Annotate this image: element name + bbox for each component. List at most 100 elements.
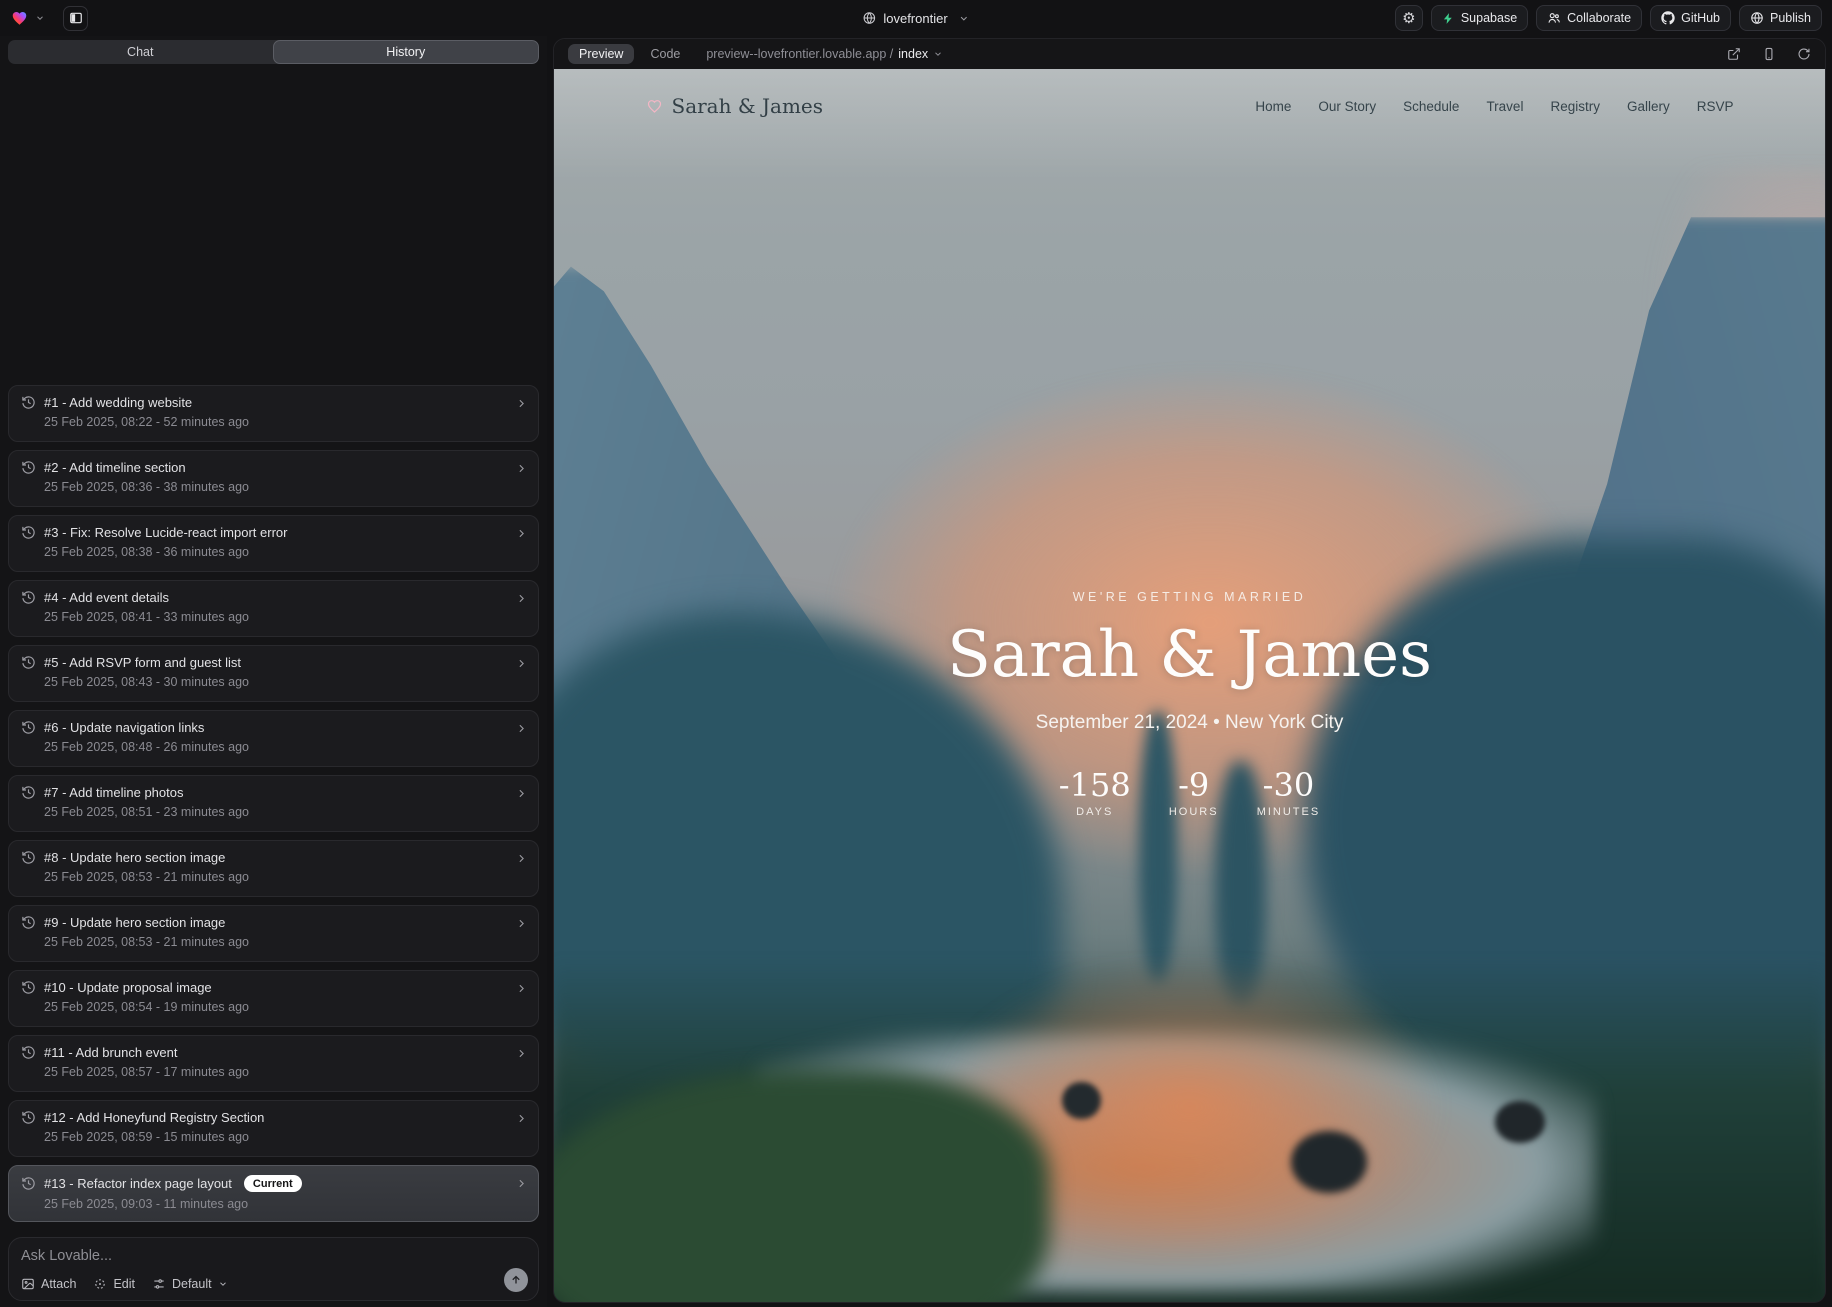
project-switcher[interactable]: lovefrontier xyxy=(862,0,969,36)
history-item-chevron-right-icon[interactable] xyxy=(515,787,528,800)
history-item[interactable]: #2 - Add timeline section 25 Feb 2025, 0… xyxy=(8,450,539,507)
history-item[interactable]: #7 - Add timeline photos 25 Feb 2025, 08… xyxy=(8,775,539,832)
collaborate-button[interactable]: Collaborate xyxy=(1536,5,1642,31)
history-clock-icon xyxy=(21,915,36,930)
project-globe-icon xyxy=(862,11,876,25)
history-item[interactable]: #3 - Fix: Resolve Lucide-react import er… xyxy=(8,515,539,572)
composer-input[interactable]: Ask Lovable... xyxy=(21,1248,526,1264)
site-nav-link[interactable]: Our Story xyxy=(1318,99,1376,114)
history-item-timestamp: 25 Feb 2025, 08:59 - 15 minutes ago xyxy=(44,1130,526,1144)
history-item[interactable]: #8 - Update hero section image 25 Feb 20… xyxy=(8,840,539,897)
history-item-title: #12 - Add Honeyfund Registry Section xyxy=(44,1110,264,1125)
history-item-title: #7 - Add timeline photos xyxy=(44,785,183,800)
history-clock-icon xyxy=(21,720,36,735)
history-item[interactable]: #10 - Update proposal image 25 Feb 2025,… xyxy=(8,970,539,1027)
preview-url[interactable]: preview--lovefrontier.lovable.app / inde… xyxy=(706,47,943,61)
logo-chevron-down-icon[interactable] xyxy=(35,13,45,23)
site-brand[interactable]: Sarah & James xyxy=(646,94,824,118)
tab-history[interactable]: History xyxy=(273,40,540,64)
composer[interactable]: Ask Lovable... Attach Edit Default xyxy=(8,1237,539,1301)
sidebar-toggle-button[interactable] xyxy=(63,6,88,31)
composer-actions: Attach Edit Default xyxy=(21,1277,228,1291)
publish-button[interactable]: Publish xyxy=(1739,5,1822,31)
publish-globe-icon xyxy=(1750,11,1764,25)
history-clock-icon xyxy=(21,1176,36,1191)
countdown-value: -9 xyxy=(1163,766,1225,804)
history-item[interactable]: #11 - Add brunch event 25 Feb 2025, 08:5… xyxy=(8,1035,539,1092)
site-nav-link[interactable]: RSVP xyxy=(1697,99,1734,114)
history-item[interactable]: #13 - Refactor index page layout Current… xyxy=(8,1165,539,1222)
history-item-title: #11 - Add brunch event xyxy=(44,1045,177,1060)
history-item-chevron-right-icon[interactable] xyxy=(515,527,528,540)
site-nav-link[interactable]: Gallery xyxy=(1627,99,1670,114)
supabase-button[interactable]: Supabase xyxy=(1431,5,1528,31)
topbar: lovefrontier ⚙ Supabase Collaborate GitH… xyxy=(0,0,1832,36)
history-item[interactable]: #6 - Update navigation links 25 Feb 2025… xyxy=(8,710,539,767)
site-nav-link[interactable]: Home xyxy=(1255,99,1291,114)
countdown-cell: -9 HOURS xyxy=(1163,766,1225,818)
history-item-chevron-right-icon[interactable] xyxy=(515,722,528,735)
history-item-chevron-right-icon[interactable] xyxy=(515,657,528,670)
mode-select[interactable]: Default xyxy=(152,1277,228,1291)
history-item-title: #5 - Add RSVP form and guest list xyxy=(44,655,241,670)
history-item-title: #1 - Add wedding website xyxy=(44,395,192,410)
history-item[interactable]: #5 - Add RSVP form and guest list 25 Feb… xyxy=(8,645,539,702)
history-item[interactable]: #4 - Add event details 25 Feb 2025, 08:4… xyxy=(8,580,539,637)
arrow-up-icon xyxy=(510,1274,522,1286)
history-item-timestamp: 25 Feb 2025, 08:51 - 23 minutes ago xyxy=(44,805,526,819)
history-item-title: #2 - Add timeline section xyxy=(44,460,186,475)
edit-button[interactable]: Edit xyxy=(93,1277,135,1291)
preview-toolbar: Preview Code preview--lovefrontier.lovab… xyxy=(554,39,1825,69)
countdown-label: HOURS xyxy=(1163,806,1225,818)
github-icon xyxy=(1661,11,1675,25)
send-button[interactable] xyxy=(504,1268,528,1292)
history-item-title: #13 - Refactor index page layout xyxy=(44,1176,232,1191)
current-badge: Current xyxy=(244,1175,302,1192)
tab-code[interactable]: Code xyxy=(650,47,680,61)
site-nav-link[interactable]: Schedule xyxy=(1403,99,1459,114)
history-item-chevron-right-icon[interactable] xyxy=(515,462,528,475)
history-item-chevron-right-icon[interactable] xyxy=(515,1112,528,1125)
history-item[interactable]: #12 - Add Honeyfund Registry Section 25 … xyxy=(8,1100,539,1157)
site-nav-link[interactable]: Registry xyxy=(1550,99,1600,114)
history-item[interactable]: #1 - Add wedding website 25 Feb 2025, 08… xyxy=(8,385,539,442)
history-item-chevron-right-icon[interactable] xyxy=(515,592,528,605)
history-item-chevron-right-icon[interactable] xyxy=(515,917,528,930)
lovable-logo-heart-icon[interactable] xyxy=(10,9,29,27)
history-clock-icon xyxy=(21,785,36,800)
tab-preview[interactable]: Preview xyxy=(568,44,634,64)
site-nav-link[interactable]: Travel xyxy=(1486,99,1523,114)
settings-gear-icon[interactable]: ⚙ xyxy=(1395,5,1423,31)
history-item-chevron-right-icon[interactable] xyxy=(515,397,528,410)
attach-button[interactable]: Attach xyxy=(21,1277,76,1291)
history-clock-icon xyxy=(21,395,36,410)
history-item-chevron-right-icon[interactable] xyxy=(515,1047,528,1060)
history-item-timestamp: 25 Feb 2025, 08:53 - 21 minutes ago xyxy=(44,870,526,884)
history-item-timestamp: 25 Feb 2025, 08:53 - 21 minutes ago xyxy=(44,935,526,949)
project-name: lovefrontier xyxy=(883,11,947,26)
users-icon xyxy=(1547,11,1561,25)
app-window: lovefrontier ⚙ Supabase Collaborate GitH… xyxy=(0,0,1832,1307)
countdown-value: -158 xyxy=(1059,766,1131,804)
history-item-title: #9 - Update hero section image xyxy=(44,915,225,930)
tab-chat[interactable]: Chat xyxy=(8,40,273,64)
github-button[interactable]: GitHub xyxy=(1650,5,1731,31)
history-item-timestamp: 25 Feb 2025, 08:57 - 17 minutes ago xyxy=(44,1065,526,1079)
history-item-chevron-right-icon[interactable] xyxy=(515,982,528,995)
project-chevron-down-icon xyxy=(959,13,970,24)
preview-toolbar-actions xyxy=(1727,47,1811,61)
history-item-timestamp: 25 Feb 2025, 08:48 - 26 minutes ago xyxy=(44,740,526,754)
history-clock-icon xyxy=(21,655,36,670)
refresh-icon[interactable] xyxy=(1797,47,1811,61)
history-item-chevron-right-icon[interactable] xyxy=(515,852,528,865)
supabase-bolt-icon xyxy=(1442,12,1455,25)
brand-name: Sarah & James xyxy=(672,94,824,118)
mobile-view-icon[interactable] xyxy=(1762,47,1776,61)
history-item[interactable]: #9 - Update hero section image 25 Feb 20… xyxy=(8,905,539,962)
hero-title: Sarah & James xyxy=(554,618,1825,692)
open-external-icon[interactable] xyxy=(1727,47,1741,61)
countdown-value: -30 xyxy=(1257,766,1321,804)
history-item-chevron-right-icon[interactable] xyxy=(515,1177,528,1190)
preview-panel: Preview Code preview--lovefrontier.lovab… xyxy=(553,38,1826,1303)
attach-image-icon xyxy=(21,1277,35,1291)
